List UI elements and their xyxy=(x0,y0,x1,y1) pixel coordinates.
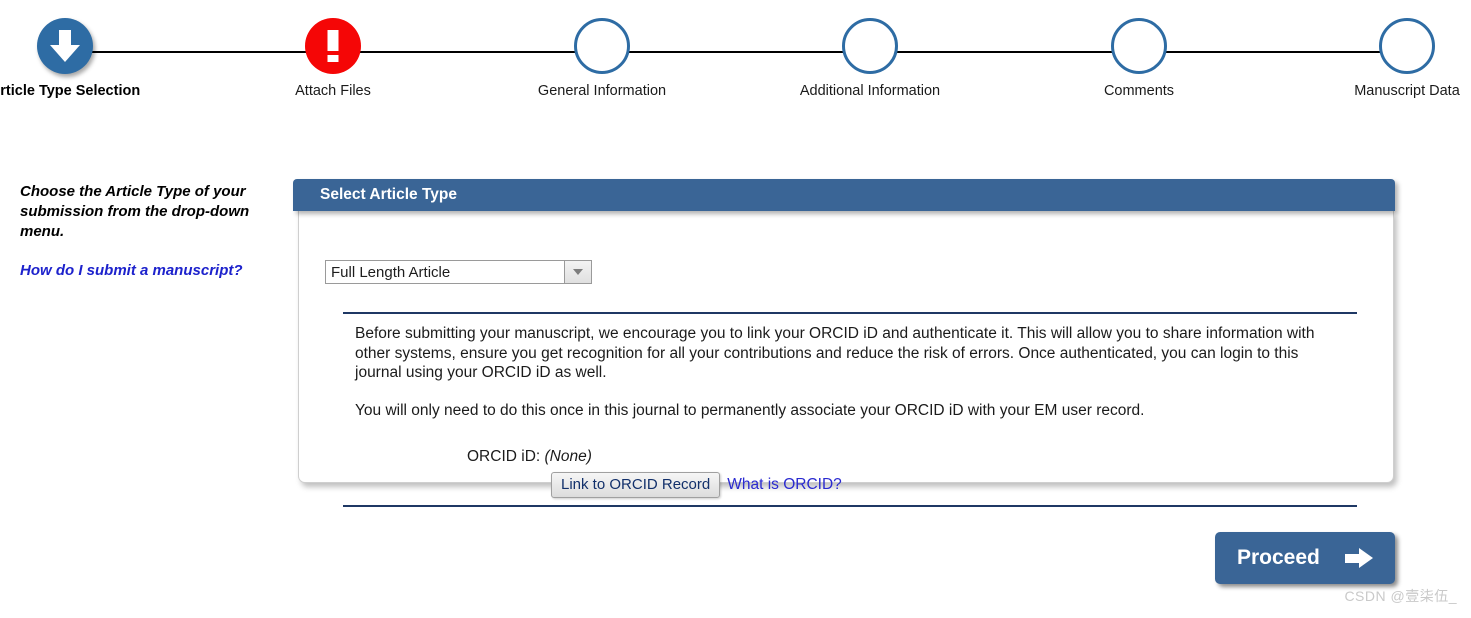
divider-top xyxy=(343,312,1357,314)
divider-bottom xyxy=(343,505,1357,507)
panel-title: Select Article Type xyxy=(293,179,1395,211)
step-general-information[interactable]: General Information xyxy=(522,18,682,100)
watermark: CSDN @壹柒伍_ xyxy=(1344,588,1457,604)
step-label: Comments xyxy=(1103,83,1175,99)
step-comments[interactable]: Comments xyxy=(1059,18,1219,100)
empty-circle-icon xyxy=(1379,18,1435,74)
orcid-actions: Link to ORCID Record What is ORCID? xyxy=(551,472,1345,498)
step-article-type-selection[interactable]: Article Type Selection xyxy=(0,18,145,100)
orcid-paragraph-1: Before submitting your manuscript, we en… xyxy=(355,325,1315,381)
step-additional-information[interactable]: Additional Information xyxy=(790,18,950,100)
arrow-down-icon xyxy=(37,18,93,74)
how-do-i-submit-link[interactable]: How do I submit a manuscript? xyxy=(20,261,265,280)
article-type-selected-value[interactable]: Full Length Article xyxy=(325,260,564,284)
proceed-button[interactable]: Proceed xyxy=(1215,532,1395,584)
empty-circle-icon xyxy=(574,18,630,74)
empty-circle-icon xyxy=(1111,18,1167,74)
step-label: Article Type Selection xyxy=(0,83,141,99)
step-label: General Information xyxy=(537,83,667,99)
step-label: Attach Files xyxy=(295,83,371,99)
orcid-id-value: (None) xyxy=(544,448,592,465)
instructions-sidebar: Choose the Article Type of your submissi… xyxy=(20,182,265,280)
proceed-label: Proceed xyxy=(1237,546,1320,569)
orcid-section: Before submitting your manuscript, we en… xyxy=(355,324,1345,498)
orcid-id-label: ORCID iD: xyxy=(467,448,541,465)
step-label: Additional Information xyxy=(799,83,941,99)
step-label: Manuscript Data xyxy=(1354,83,1460,99)
select-article-type-panel: Select Article Type Full Length Article … xyxy=(293,179,1395,507)
step-attach-files[interactable]: Attach Files xyxy=(253,18,413,100)
step-manuscript-data[interactable]: Manuscript Data xyxy=(1327,18,1471,100)
exclamation-icon xyxy=(305,18,361,74)
instruction-text: Choose the Article Type of your submissi… xyxy=(20,183,250,240)
what-is-orcid-link[interactable]: What is ORCID? xyxy=(727,476,842,494)
orcid-paragraph-2: You will only need to do this once in th… xyxy=(355,401,1145,419)
orcid-id-row: ORCID iD: (None) xyxy=(467,448,1345,466)
article-type-dropdown[interactable]: Full Length Article xyxy=(325,260,592,284)
empty-circle-icon xyxy=(842,18,898,74)
arrow-right-icon xyxy=(1345,548,1375,568)
link-to-orcid-record-button[interactable]: Link to ORCID Record xyxy=(551,472,721,498)
submission-stepper: Article Type Selection Attach Files Gene… xyxy=(0,0,1471,150)
panel-body: Full Length Article Before submitting yo… xyxy=(298,211,1394,507)
chevron-down-icon[interactable] xyxy=(564,260,592,284)
